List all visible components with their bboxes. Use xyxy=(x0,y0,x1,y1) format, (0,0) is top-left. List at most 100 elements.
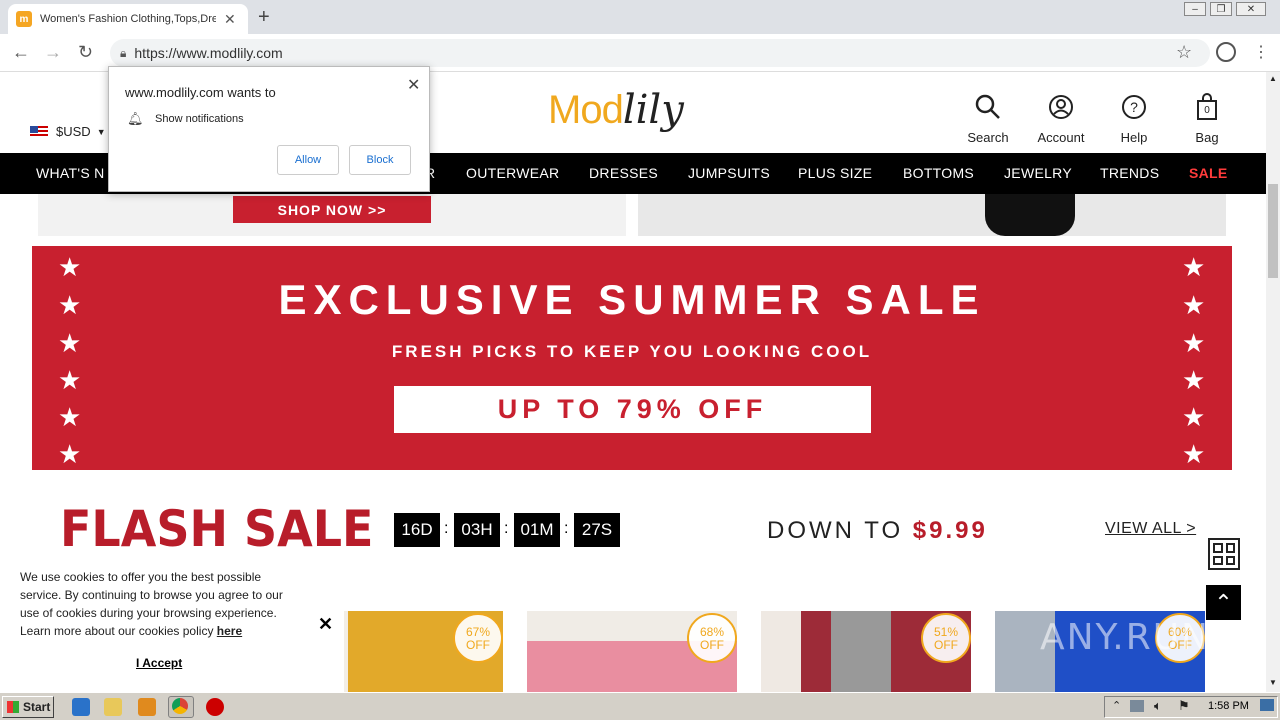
countdown-days: 16D xyxy=(394,513,440,547)
volume-icon[interactable]: 🔈︎ xyxy=(1154,698,1162,714)
scrollbar-thumb[interactable] xyxy=(1268,184,1278,278)
cookie-policy-link[interactable]: here xyxy=(217,624,242,638)
down-to-label: DOWN TO xyxy=(767,517,904,544)
caret-down-icon: ▼ xyxy=(96,126,106,137)
reload-icon[interactable]: ↻ xyxy=(78,42,93,63)
header-bag-button[interactable]: 0 Bag xyxy=(1172,90,1242,145)
start-label: Start xyxy=(23,700,51,714)
address-bar[interactable]: 🔒︎ https://www.modlily.com xyxy=(110,39,1210,67)
bag-label: Bag xyxy=(1195,130,1219,145)
header-help-button[interactable]: ? Help xyxy=(1099,90,1169,145)
nav-item-trends[interactable]: TRENDS xyxy=(1100,165,1159,181)
summer-sale-title: EXCLUSIVE SUMMER SALE xyxy=(278,276,986,323)
notification-title: www.modlily.com wants to xyxy=(125,85,276,100)
cookie-message: We use cookies to offer you the best pos… xyxy=(20,570,283,638)
accept-cookies-button[interactable]: I Accept xyxy=(136,656,182,670)
star-icon: ★ xyxy=(58,365,82,395)
flash-sale-title: FLASH SALE xyxy=(60,500,374,558)
lock-icon: 🔒︎ xyxy=(120,45,127,60)
close-icon[interactable]: ✕ xyxy=(407,75,420,95)
forward-arrow-icon[interactable]: → xyxy=(44,42,62,63)
notification-permission-popup: www.modlily.com wants to ✕ 🔔︎ Show notif… xyxy=(108,66,430,192)
folder-icon[interactable] xyxy=(104,698,122,716)
summer-sale-subtitle: FRESH PICKS TO KEEP YOU LOOKING COOL xyxy=(391,342,873,361)
nav-item-dresses[interactable]: DRESSES xyxy=(589,165,658,181)
bell-icon: 🔔︎ xyxy=(127,111,144,126)
header-account-button[interactable]: Account xyxy=(1026,90,1096,145)
nav-item-whats-new[interactable]: WHAT'S N xyxy=(36,165,105,181)
svg-text:?: ? xyxy=(1130,99,1138,115)
nav-item-plus-size[interactable]: PLUS SIZE xyxy=(798,165,872,181)
restore-window-icon[interactable]: ❐ xyxy=(1210,2,1232,16)
page-scrollbar[interactable]: ▲ ▼ xyxy=(1266,72,1280,692)
notification-message: Show notifications xyxy=(155,113,244,125)
countdown-hours: 03H xyxy=(454,513,500,547)
close-window-icon[interactable]: ✕ xyxy=(1236,2,1266,16)
browser-tab-strip: m Women's Fashion Clothing,Tops,Dre ✕ + … xyxy=(0,0,1280,34)
countdown-minutes: 01M xyxy=(514,513,560,547)
browser-tab[interactable]: m Women's Fashion Clothing,Tops,Dre ✕ xyxy=(8,4,248,34)
bag-count: 0 xyxy=(1204,105,1210,116)
browser-menu-icon[interactable]: ⋮ xyxy=(1253,42,1269,62)
countdown-separator: : xyxy=(564,520,569,537)
site-favicon-icon: m xyxy=(16,11,32,27)
flag-icon[interactable]: ⚑ xyxy=(1178,698,1190,714)
currency-label: $USD xyxy=(56,124,91,139)
network-icon[interactable] xyxy=(1130,700,1144,712)
currency-selector[interactable]: $USD ▼ xyxy=(30,124,106,139)
tab-close-icon[interactable]: ✕ xyxy=(224,11,236,28)
star-icon: ★ xyxy=(58,439,82,469)
star-icon: ★ xyxy=(1182,365,1206,395)
discount-badge: 67% OFF xyxy=(453,613,503,663)
ie-icon[interactable] xyxy=(72,698,90,716)
nav-item-outerwear[interactable]: OUTERWEAR xyxy=(466,165,559,181)
media-player-icon[interactable] xyxy=(138,698,156,716)
close-icon[interactable]: ✕ xyxy=(318,614,333,635)
taskbar: Start ⌃ 🔈︎ ⚑ 1:58 PM xyxy=(0,692,1280,720)
discount-value: 51% xyxy=(933,625,959,639)
show-desktop-icon[interactable] xyxy=(1260,699,1274,711)
star-icon: ★ xyxy=(58,402,82,432)
shop-now-button[interactable]: SHOP NOW >> xyxy=(233,196,431,223)
header-search-button[interactable]: Search xyxy=(953,90,1023,145)
account-icon xyxy=(1026,90,1096,124)
clock: 1:58 PM xyxy=(1208,700,1249,712)
bookmark-star-icon[interactable]: ☆ xyxy=(1176,42,1192,63)
back-arrow-icon[interactable]: ← xyxy=(12,42,30,63)
star-icon: ★ xyxy=(1182,402,1206,432)
profile-icon[interactable] xyxy=(1216,42,1236,62)
windows-logo-icon xyxy=(7,701,19,713)
back-to-top-icon[interactable]: ⌃ xyxy=(1206,585,1241,620)
warning-icon[interactable] xyxy=(206,698,224,716)
cookie-notice: We use cookies to offer you the best pos… xyxy=(0,562,344,692)
view-all-link[interactable]: VIEW ALL > xyxy=(1105,520,1196,538)
block-button[interactable]: Block xyxy=(349,145,411,175)
allow-button[interactable]: Allow xyxy=(277,145,339,175)
product-card[interactable]: 51% OFF xyxy=(761,611,971,692)
help-icon: ? xyxy=(1099,90,1169,124)
us-flag-icon xyxy=(30,125,48,138)
countdown-seconds: 27S xyxy=(574,513,620,547)
cookie-text: We use cookies to offer you the best pos… xyxy=(20,568,300,640)
minimize-window-icon[interactable]: – xyxy=(1184,2,1206,16)
discount-value: 68% xyxy=(699,625,725,639)
scroll-up-arrow-icon[interactable]: ▲ xyxy=(1269,74,1277,83)
nav-item-jumpsuits[interactable]: JUMPSUITS xyxy=(688,165,770,181)
qr-code-icon[interactable] xyxy=(1208,538,1240,570)
nav-item-sale[interactable]: SALE xyxy=(1189,165,1228,181)
product-card[interactable]: 68% OFF xyxy=(527,611,737,692)
site-logo[interactable]: Modlily xyxy=(548,90,684,130)
tab-title: Women's Fashion Clothing,Tops,Dre xyxy=(40,13,216,25)
nav-item-jewelry[interactable]: JEWELRY xyxy=(1004,165,1072,181)
promo-banner-right[interactable] xyxy=(638,194,1226,236)
star-icon: ★ xyxy=(1182,439,1206,469)
new-tab-icon[interactable]: + xyxy=(258,6,270,29)
discount-off: OFF xyxy=(466,638,490,653)
countdown-separator: : xyxy=(504,520,509,537)
summer-sale-banner[interactable]: ★ ★ ★ ★ ★ ★ ★ ★ ★ ★ ★ ★ EXCLUSIVE SUMMER… xyxy=(32,246,1232,470)
tray-arrow-icon[interactable]: ⌃ xyxy=(1112,699,1121,712)
start-button[interactable]: Start xyxy=(2,696,54,718)
scroll-down-arrow-icon[interactable]: ▼ xyxy=(1269,678,1277,687)
summer-sale-discount[interactable]: UP TO 79% OFF xyxy=(394,386,871,433)
nav-item-bottoms[interactable]: BOTTOMS xyxy=(903,165,974,181)
